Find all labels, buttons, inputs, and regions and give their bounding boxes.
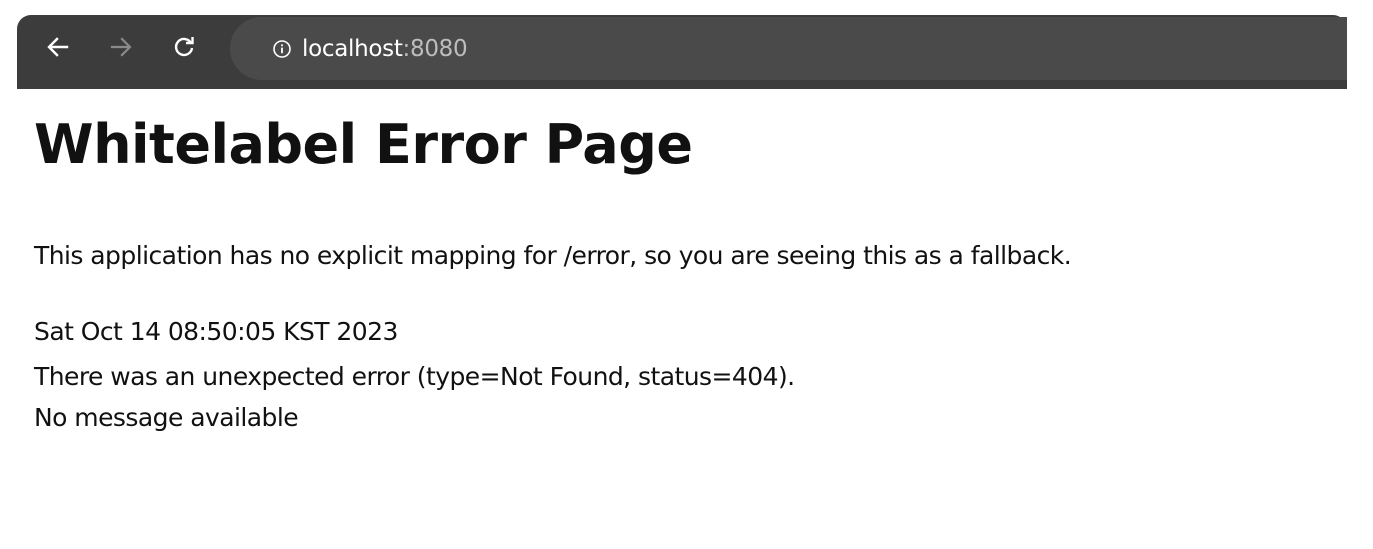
error-message: No message available [34,403,299,432]
error-detail: There was an unexpected error (type=Not … [34,362,795,391]
url-port: :8080 [402,35,468,62]
arrow-right-icon [110,36,132,58]
reload-icon [173,36,195,58]
reload-button[interactable] [164,27,204,67]
url-host: localhost [302,35,403,62]
forward-button[interactable] [101,27,141,67]
info-circle-icon[interactable] [272,39,292,59]
address-bar[interactable]: localhost:8080 [230,17,1347,80]
error-timestamp: Sat Oct 14 08:50:05 KST 2023 [34,317,398,346]
error-description: This application has no explicit mapping… [34,241,1072,270]
url-text: localhost:8080 [302,35,468,62]
browser-toolbar: localhost:8080 [17,15,1347,89]
page-title: Whitelabel Error Page [34,113,693,176]
arrow-left-icon [47,36,69,58]
back-button[interactable] [38,27,78,67]
